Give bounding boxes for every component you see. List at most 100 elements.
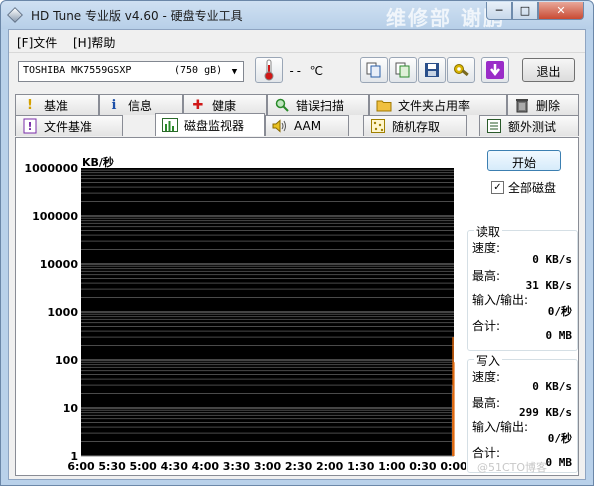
window-title: HD Tune 专业版 v4.60 - 硬盘专业工具 <box>31 9 243 23</box>
info-icon: i <box>111 97 117 113</box>
x-tick-label: 1:30 <box>347 460 375 473</box>
y-tick-label: 100000 <box>32 210 78 223</box>
exclamation-icon: ! <box>27 97 33 113</box>
trash-icon <box>514 97 530 113</box>
site-watermark: @51CTO博客 <box>477 461 548 474</box>
copy-screenshot-button[interactable] <box>389 57 417 83</box>
read-speed-row: 速度: 0 KB/s <box>472 239 574 267</box>
tab-label: 随机存取 <box>392 119 441 134</box>
copy-image-icon <box>395 62 410 78</box>
all-disks-label: 全部磁盘 <box>508 181 557 195</box>
write-io-label: 输入/输出: <box>472 420 529 434</box>
maximize-button[interactable]: □ <box>512 2 538 20</box>
drive-select[interactable]: TOSHIBA MK7559GSXP (750 gB) ▼ <box>18 61 244 82</box>
minimize-button[interactable]: ─ <box>486 2 512 20</box>
x-tick-label: 1:00 <box>378 460 406 473</box>
menu-help[interactable]: [H]帮助 <box>73 34 115 51</box>
tab-random-access[interactable]: 随机存取 <box>363 115 467 136</box>
close-button[interactable]: ✕ <box>538 2 584 20</box>
chevron-down-icon[interactable]: ▼ <box>226 62 243 81</box>
throughput-chart: 10000001000001000010001001016:00 5:30 5:00… <box>24 162 466 473</box>
write-max-label: 最高: <box>472 396 501 410</box>
options-button[interactable] <box>447 57 475 83</box>
tab-error-scan[interactable]: 错误扫描 <box>267 94 369 115</box>
svg-text:!: ! <box>28 120 33 133</box>
write-io-row: 输入/输出: 0/秒 <box>472 418 574 446</box>
write-speed-label: 速度: <box>472 370 501 384</box>
extra-tests-icon <box>486 118 502 134</box>
start-button[interactable]: 开始 <box>487 150 561 171</box>
tab-health[interactable]: ✚ 健康 <box>183 94 267 115</box>
write-speed-row: 速度: 0 KB/s <box>472 368 574 396</box>
read-speed-value: 0 KB/s <box>532 253 572 266</box>
write-speed-value: 0 KB/s <box>532 380 572 393</box>
y-tick-label: 1000 <box>47 306 78 319</box>
magnifier-icon <box>274 97 290 113</box>
download-update-button[interactable] <box>481 57 509 83</box>
toolbar: TOSHIBA MK7559GSXP (750 gB) ▼ -- ℃ 退出 <box>9 52 585 88</box>
tab-label: 文件夹占用率 <box>398 98 471 113</box>
tab-aam[interactable]: AAM <box>265 115 349 136</box>
tab-info[interactable]: i 信息 <box>99 94 183 115</box>
temperature-button[interactable] <box>255 57 283 83</box>
x-tick-label: 3:00 <box>254 460 282 473</box>
x-tick-label: 2:00 <box>316 460 344 473</box>
random-access-icon <box>370 118 386 134</box>
speaker-icon <box>272 118 288 134</box>
disk-monitor-panel: KB/秒 1000000 100000 10000 1000 100 10 1 6:00 5:3… <box>15 137 579 476</box>
client-area: [F]文件 [H]帮助 TOSHIBA MK7559GSXP (750 gB) … <box>8 29 586 480</box>
y-tick-label: 100 <box>55 354 78 367</box>
floppy-disk-icon <box>425 63 439 77</box>
tab-folder-usage[interactable]: 文件夹占用率 <box>369 94 507 115</box>
write-stats-group: 写入 速度: 0 KB/s 最高: 299 KB/s 输入/输出: 0/秒 合计… <box>467 352 578 473</box>
x-tick-label: 3:30 <box>223 460 251 473</box>
x-tick-label: 0:00 <box>440 460 466 473</box>
x-tick-label: 4:30 <box>161 460 189 473</box>
app-icon[interactable] <box>7 7 23 23</box>
tab-label: 健康 <box>212 98 237 113</box>
x-tick-label: 6:00 <box>67 460 95 473</box>
menu-bar: [F]文件 [H]帮助 <box>9 30 585 52</box>
download-arrow-icon <box>486 61 504 79</box>
read-group-title: 读取 <box>474 223 503 240</box>
tab-label: 额外测试 <box>508 119 557 134</box>
tab-label: AAM <box>294 119 322 133</box>
x-tick-label: 2:30 <box>285 460 313 473</box>
menu-file[interactable]: [F]文件 <box>17 34 57 51</box>
y-tick-label: 10 <box>63 402 79 415</box>
checkmark-icon: ✓ <box>491 181 504 194</box>
tab-file-benchmark[interactable]: ! 文件基准 <box>15 115 123 136</box>
tab-benchmark[interactable]: ! 基准 <box>15 94 99 115</box>
tab-erase[interactable]: 删除 <box>507 94 579 115</box>
exit-button[interactable]: 退出 <box>522 58 575 82</box>
title-bar[interactable]: HD Tune 专业版 v4.60 - 硬盘专业工具 维修部 谢鹏 ─ □ ✕ <box>1 1 593 30</box>
copy-text-button[interactable] <box>360 57 388 83</box>
tab-extra-tests[interactable]: 额外测试 <box>479 115 579 136</box>
read-total-value: 0 MB <box>545 329 573 342</box>
write-total-value: 0 MB <box>545 456 573 469</box>
application-window: HD Tune 专业版 v4.60 - 硬盘专业工具 维修部 谢鹏 ─ □ ✕ … <box>0 0 594 486</box>
tab-label: 基准 <box>44 98 69 113</box>
read-io-label: 输入/输出: <box>472 293 529 307</box>
all-disks-checkbox[interactable]: ✓ 全部磁盘 <box>491 179 556 196</box>
copy-icon <box>366 62 381 78</box>
tab-disk-monitor[interactable]: 磁盘监视器 <box>155 113 265 136</box>
read-total-row: 合计: 0 MB <box>472 317 574 345</box>
drive-name: TOSHIBA MK7559GSXP <box>23 65 132 76</box>
save-button[interactable] <box>418 57 446 83</box>
minimize-icon: ─ <box>495 4 503 17</box>
disk-monitor-icon <box>162 117 178 133</box>
folder-icon <box>376 97 392 113</box>
drive-capacity: (750 gB) <box>174 65 223 76</box>
tab-label: 磁盘监视器 <box>184 118 245 133</box>
temperature-value: -- ℃ <box>288 64 324 78</box>
x-tick-label: 0:30 <box>409 460 437 473</box>
tab-label: 删除 <box>536 98 561 113</box>
read-io-row: 输入/输出: 0/秒 <box>472 291 574 319</box>
tab-label: 错误扫描 <box>296 98 345 113</box>
x-tick-label: 4:00 <box>192 460 220 473</box>
read-speed-label: 速度: <box>472 241 501 255</box>
file-benchmark-icon: ! <box>22 118 38 134</box>
thermometer-icon <box>264 59 274 81</box>
tab-label: 信息 <box>128 98 153 113</box>
